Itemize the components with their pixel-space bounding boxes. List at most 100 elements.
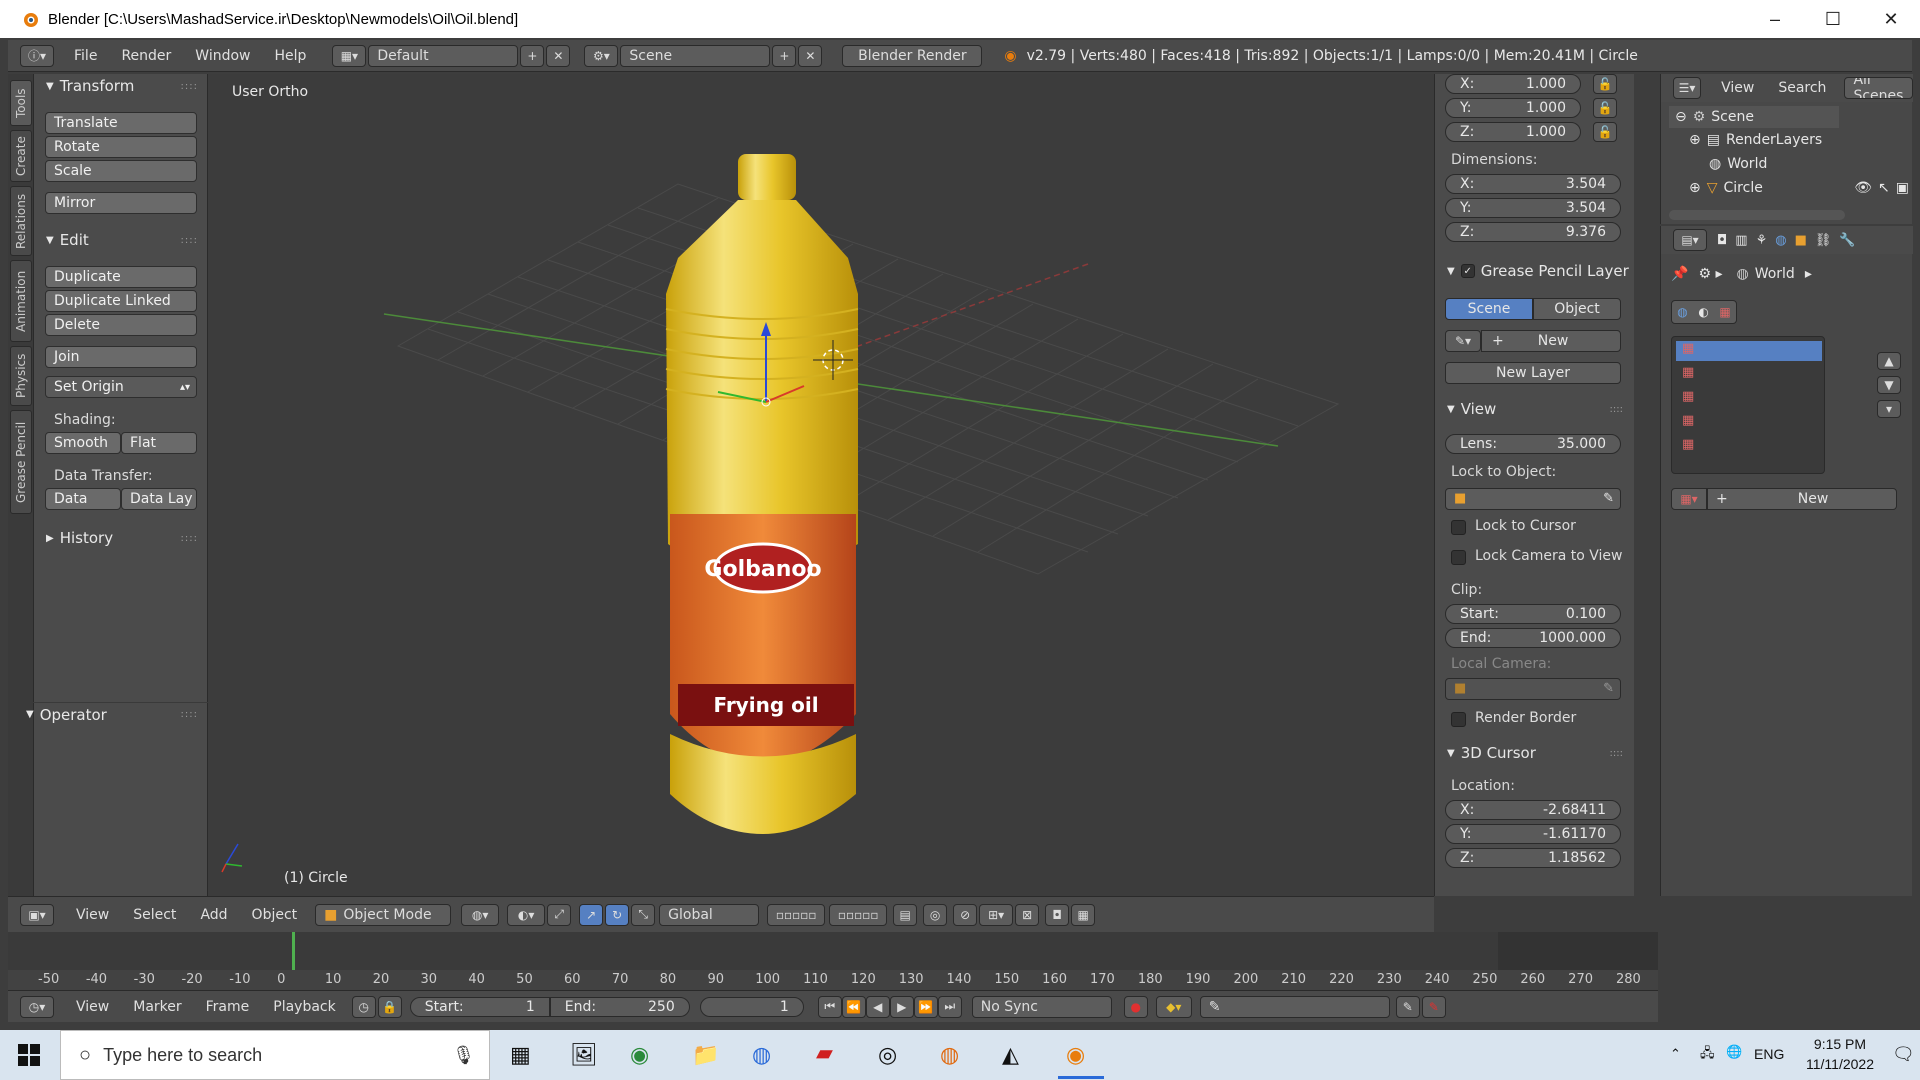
smooth-button[interactable]: Smooth xyxy=(45,432,121,454)
jump-end-icon[interactable]: ⏭ xyxy=(937,995,962,1018)
scene-icon[interactable]: ⚙▾ xyxy=(584,44,619,67)
local-camera-field[interactable]: ■ ✎ xyxy=(1445,678,1621,700)
add-scene-icon[interactable]: + xyxy=(772,44,797,67)
collapse-icon[interactable]: ⊖ xyxy=(1675,109,1687,125)
lock-cursor-checkbox[interactable] xyxy=(1451,520,1466,535)
dim-x-field[interactable]: X: 3.504 xyxy=(1445,174,1621,194)
scale-button[interactable]: Scale xyxy=(45,160,197,182)
outliner-item-circle[interactable]: ⊕ ▽ Circle 👁 ↖ ▣ xyxy=(1689,180,1909,196)
outliner-view-menu[interactable]: View xyxy=(1709,80,1766,96)
lock-range-icon[interactable]: 🔒 xyxy=(377,995,402,1018)
scene-selector[interactable]: Scene xyxy=(620,44,771,67)
close-button[interactable]: ✕ xyxy=(1862,0,1920,38)
texture-slot-5[interactable]: ▦ xyxy=(1682,437,1694,452)
orientation-selector[interactable]: Global xyxy=(659,903,760,926)
render-camera-small-icon[interactable]: ▣ xyxy=(1896,180,1909,196)
new-texture-button[interactable]: + New xyxy=(1707,488,1897,510)
preview-range-icon[interactable]: ◷ xyxy=(351,995,376,1018)
grease-scene-button[interactable]: Scene xyxy=(1445,298,1533,320)
texture-browse-icon[interactable]: ▦▾ xyxy=(1671,488,1707,510)
blender-taskbar-icon[interactable]: ◉ xyxy=(1066,1042,1085,1068)
acrobat-app-icon[interactable]: ▰ xyxy=(816,1040,833,1066)
app-orange-icon[interactable]: ◍ xyxy=(940,1042,959,1068)
outliner-editor-icon[interactable]: ☰▾ xyxy=(1673,77,1702,99)
expand-icon[interactable]: ⊕ xyxy=(1689,180,1701,196)
rotate-button[interactable]: Rotate xyxy=(45,136,197,158)
record-icon[interactable]: ● xyxy=(1123,995,1148,1018)
tl-menu-view[interactable]: View xyxy=(64,999,121,1015)
outliner-display-mode[interactable]: All Scenes xyxy=(1844,77,1913,99)
scale-manipulator-icon[interactable]: ⤡ xyxy=(631,903,656,926)
language-indicator[interactable]: ENG xyxy=(1754,1046,1784,1062)
scale-x-field[interactable]: X: 1.000 xyxy=(1445,74,1581,94)
translate-manipulator-icon[interactable]: ↗ xyxy=(579,903,604,926)
duplicate-button[interactable]: Duplicate xyxy=(45,266,197,288)
play-icon[interactable]: ▶ xyxy=(889,995,914,1018)
prev-keyframe-icon[interactable]: ⏪ xyxy=(841,995,866,1018)
tab-create[interactable]: Create xyxy=(10,130,32,182)
tab-grease-pencil[interactable]: Grease Pencil xyxy=(10,410,32,514)
render-border-checkbox[interactable] xyxy=(1451,712,1466,727)
world-texture-icon[interactable]: ◍ xyxy=(1677,305,1687,319)
editor-type-icon[interactable]: ⓘ▾ xyxy=(20,44,54,67)
calculator-app-icon[interactable]: ▦ xyxy=(510,1042,531,1068)
current-frame-marker[interactable] xyxy=(292,932,295,970)
cursor-x-field[interactable]: X: -2.68411 xyxy=(1445,800,1621,820)
timeline[interactable]: -50 -40 -30 -20 -10 0 10 20 30 40 50 60 70 80 90 100 110… xyxy=(8,932,1658,990)
media-app-icon[interactable]: ◎ xyxy=(878,1042,897,1068)
lock-scale-x-icon[interactable]: 🔓 xyxy=(1593,74,1617,94)
grease-pencil-checkbox[interactable]: ✓ xyxy=(1460,264,1475,278)
render-tab-icon[interactable]: ◘ xyxy=(1717,233,1727,248)
dim-z-field[interactable]: Z: 9.376 xyxy=(1445,222,1621,242)
layers-group-2[interactable]: ▫▫▫▫▫ xyxy=(829,903,888,926)
outliner-search-menu[interactable]: Search xyxy=(1766,80,1838,96)
cursor-z-field[interactable]: Z: 1.18562 xyxy=(1445,848,1621,868)
transform-panel-header[interactable]: ▼ Transform:::: xyxy=(34,74,208,98)
pencil-icon[interactable]: ✎▾ xyxy=(1445,330,1481,352)
next-keyframe-icon[interactable]: ⏩ xyxy=(913,995,938,1018)
layers-group-1[interactable]: ▫▫▫▫▫ xyxy=(767,903,826,926)
world-tab-icon[interactable]: ◍ xyxy=(1775,233,1786,248)
grease-object-button[interactable]: Object xyxy=(1533,298,1621,320)
texture-type-tabs[interactable]: ◍ ◐ ▦ xyxy=(1671,300,1737,324)
add-layout-icon[interactable]: + xyxy=(520,44,545,67)
delete-button[interactable]: Delete xyxy=(45,314,197,336)
snap-element-icon[interactable]: ⊞▾ xyxy=(979,903,1014,926)
chrome-app-icon[interactable]: ◉ xyxy=(630,1042,649,1068)
texture-slot-2[interactable]: ▦ xyxy=(1682,365,1694,380)
viewport-editor-type-icon[interactable]: ▣▾ xyxy=(20,903,54,926)
layer-lock-icon[interactable]: ▤ xyxy=(893,903,918,926)
cursor-y-field[interactable]: Y: -1.61170 xyxy=(1445,824,1621,844)
material-texture-icon[interactable]: ◐ xyxy=(1698,305,1708,319)
grease-new-button[interactable]: + New xyxy=(1481,330,1621,352)
scale-y-field[interactable]: Y: 1.000 xyxy=(1445,98,1581,118)
outliner-item-scene[interactable]: ⊖ ⚙ Scene xyxy=(1669,106,1839,128)
set-origin-dropdown[interactable]: Set Origin ▴▾ xyxy=(45,376,197,398)
viewport-canvas[interactable]: Golbanoo Frying oil xyxy=(208,74,1434,896)
move-up-icon[interactable]: ▲ xyxy=(1877,352,1901,370)
render-clapper-icon[interactable]: ▦ xyxy=(1071,903,1096,926)
lock-object-field[interactable]: ■ ✎ xyxy=(1445,488,1621,510)
current-frame-field[interactable]: 1 xyxy=(699,996,804,1017)
flat-button[interactable]: Flat xyxy=(121,432,197,454)
vp-menu-add[interactable]: Add xyxy=(188,907,239,923)
insert-keyframe-icon[interactable]: ✎ xyxy=(1395,995,1420,1018)
keying-set-field[interactable]: ✎ xyxy=(1199,995,1390,1018)
delete-keyframe-icon[interactable]: ✎ xyxy=(1421,995,1446,1018)
texture-slot-4[interactable]: ▦ xyxy=(1682,413,1694,428)
lock-scale-y-icon[interactable]: 🔓 xyxy=(1593,98,1617,118)
notifications-icon[interactable]: 🗨 xyxy=(1892,1044,1915,1065)
texture-slot-list[interactable]: ▦ ▦ ▦ ▦ ▦ xyxy=(1671,336,1825,474)
oil-bottle-model[interactable]: Golbanoo Frying oil xyxy=(665,154,859,834)
clock-date[interactable]: 11/11/2022 xyxy=(1800,1056,1880,1072)
mirror-button[interactable]: Mirror xyxy=(45,192,197,214)
select-arrow-icon[interactable]: ↖ xyxy=(1878,180,1890,196)
camera-eyedropper-icon[interactable]: ✎ xyxy=(1603,681,1614,696)
clip-end-field[interactable]: End: 1000.000 xyxy=(1445,628,1621,648)
photos-app-icon[interactable]: 🖼 xyxy=(570,1042,598,1068)
tray-chevron-icon[interactable]: ⌃ xyxy=(1670,1046,1681,1062)
tab-relations[interactable]: Relations xyxy=(10,186,32,256)
scene-tab-icon[interactable]: ⚘ xyxy=(1756,233,1768,248)
rotate-manipulator-icon[interactable]: ↻ xyxy=(605,903,630,926)
texture-slot-3[interactable]: ▦ xyxy=(1682,389,1694,404)
